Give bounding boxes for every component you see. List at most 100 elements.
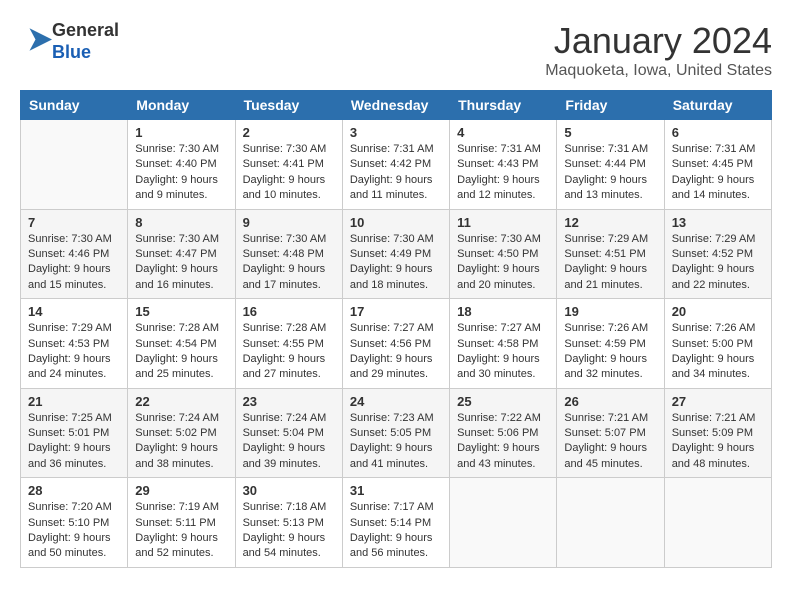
- calendar-cell: 20 Sunrise: 7:26 AM Sunset: 5:00 PM Dayli…: [664, 299, 771, 389]
- week-row-3: 14 Sunrise: 7:29 AM Sunset: 4:53 PM Dayli…: [21, 299, 772, 389]
- page-header: General Blue January 2024 Maquoketa, Iow…: [20, 20, 772, 80]
- day-number: 2: [243, 125, 335, 140]
- day-number: 19: [564, 304, 656, 319]
- day-number: 11: [457, 215, 549, 230]
- header-row: SundayMondayTuesdayWednesdayThursdayFrid…: [21, 91, 772, 120]
- column-header-friday: Friday: [557, 91, 664, 120]
- calendar-cell: 19 Sunrise: 7:26 AM Sunset: 4:59 PM Dayli…: [557, 299, 664, 389]
- calendar-cell: 17 Sunrise: 7:27 AM Sunset: 4:56 PM Dayli…: [342, 299, 449, 389]
- logo-line2: Blue: [52, 42, 91, 62]
- title-section: January 2024 Maquoketa, Iowa, United Sta…: [545, 20, 772, 80]
- day-number: 24: [350, 394, 442, 409]
- day-number: 25: [457, 394, 549, 409]
- day-number: 10: [350, 215, 442, 230]
- week-row-5: 28Sunrise: 7:20 AM Sunset: 5:10 PM Dayli…: [21, 478, 772, 568]
- calendar-cell: 3Sunrise: 7:31 AM Sunset: 4:42 PM Daylig…: [342, 120, 449, 210]
- page-title: January 2024: [545, 20, 772, 62]
- week-row-2: 7 Sunrise: 7:30 AM Sunset: 4:46 PM Daylig…: [21, 209, 772, 299]
- calendar-cell: 28Sunrise: 7:20 AM Sunset: 5:10 PM Dayli…: [21, 478, 128, 568]
- day-info: Sunrise: 7:20 AM Sunset: 5:10 PM Dayligh…: [28, 500, 120, 562]
- day-info: Sunrise: 7:26 AM Sunset: 5:00 PM Dayligh…: [672, 321, 764, 383]
- day-number: 6: [672, 125, 764, 140]
- calendar-cell: 7 Sunrise: 7:30 AM Sunset: 4:46 PM Daylig…: [21, 209, 128, 299]
- day-number: 29: [135, 483, 227, 498]
- calendar-cell: [450, 478, 557, 568]
- day-info: Sunrise: 7:27 AM Sunset: 4:58 PM Dayligh…: [457, 321, 549, 383]
- calendar-cell: 22 Sunrise: 7:24 AM Sunset: 5:02 PM Dayli…: [128, 388, 235, 478]
- calendar-cell: 15Sunrise: 7:28 AM Sunset: 4:54 PM Dayli…: [128, 299, 235, 389]
- day-number: 26: [564, 394, 656, 409]
- day-number: 7: [28, 215, 120, 230]
- calendar-cell: 8 Sunrise: 7:30 AM Sunset: 4:47 PM Daylig…: [128, 209, 235, 299]
- day-info: Sunrise: 7:25 AM Sunset: 5:01 PM Dayligh…: [28, 411, 120, 473]
- calendar-cell: 31Sunrise: 7:17 AM Sunset: 5:14 PM Dayli…: [342, 478, 449, 568]
- column-header-thursday: Thursday: [450, 91, 557, 120]
- logo-line1: General: [52, 20, 119, 40]
- day-info: Sunrise: 7:27 AM Sunset: 4:56 PM Dayligh…: [350, 321, 442, 383]
- calendar-cell: 16Sunrise: 7:28 AM Sunset: 4:55 PM Dayli…: [235, 299, 342, 389]
- day-info: Sunrise: 7:26 AM Sunset: 4:59 PM Dayligh…: [564, 321, 656, 383]
- calendar-cell: [557, 478, 664, 568]
- calendar-cell: 29 Sunrise: 7:19 AM Sunset: 5:11 PM Dayli…: [128, 478, 235, 568]
- calendar-cell: 11 Sunrise: 7:30 AM Sunset: 4:50 PM Dayli…: [450, 209, 557, 299]
- calendar-cell: 1 Sunrise: 7:30 AM Sunset: 4:40 PM Daylig…: [128, 120, 235, 210]
- day-number: 14: [28, 304, 120, 319]
- calendar-cell: 9 Sunrise: 7:30 AM Sunset: 4:48 PM Daylig…: [235, 209, 342, 299]
- day-info: Sunrise: 7:30 AM Sunset: 4:41 PM Dayligh…: [243, 142, 335, 204]
- column-header-wednesday: Wednesday: [342, 91, 449, 120]
- day-info: Sunrise: 7:30 AM Sunset: 4:46 PM Dayligh…: [28, 232, 120, 294]
- calendar-cell: 27 Sunrise: 7:21 AM Sunset: 5:09 PM Dayli…: [664, 388, 771, 478]
- day-info: Sunrise: 7:19 AM Sunset: 5:11 PM Dayligh…: [135, 500, 227, 562]
- calendar-body: 1 Sunrise: 7:30 AM Sunset: 4:40 PM Daylig…: [21, 120, 772, 568]
- calendar-cell: 10 Sunrise: 7:30 AM Sunset: 4:49 PM Dayli…: [342, 209, 449, 299]
- column-header-saturday: Saturday: [664, 91, 771, 120]
- day-info: Sunrise: 7:31 AM Sunset: 4:43 PM Dayligh…: [457, 142, 549, 204]
- calendar-cell: 25 Sunrise: 7:22 AM Sunset: 5:06 PM Dayli…: [450, 388, 557, 478]
- column-header-tuesday: Tuesday: [235, 91, 342, 120]
- day-info: Sunrise: 7:31 AM Sunset: 4:45 PM Dayligh…: [672, 142, 764, 204]
- day-number: 21: [28, 394, 120, 409]
- calendar-cell: 4Sunrise: 7:31 AM Sunset: 4:43 PM Daylig…: [450, 120, 557, 210]
- day-number: 8: [135, 215, 227, 230]
- day-info: Sunrise: 7:17 AM Sunset: 5:14 PM Dayligh…: [350, 500, 442, 562]
- logo: General Blue: [20, 20, 119, 63]
- day-info: Sunrise: 7:22 AM Sunset: 5:06 PM Dayligh…: [457, 411, 549, 473]
- calendar-cell: 18 Sunrise: 7:27 AM Sunset: 4:58 PM Dayli…: [450, 299, 557, 389]
- calendar-table: SundayMondayTuesdayWednesdayThursdayFrid…: [20, 90, 772, 568]
- day-info: Sunrise: 7:28 AM Sunset: 4:54 PM Dayligh…: [135, 321, 227, 383]
- calendar-cell: 30Sunrise: 7:18 AM Sunset: 5:13 PM Dayli…: [235, 478, 342, 568]
- day-info: Sunrise: 7:21 AM Sunset: 5:09 PM Dayligh…: [672, 411, 764, 473]
- day-info: Sunrise: 7:30 AM Sunset: 4:40 PM Dayligh…: [135, 142, 227, 204]
- calendar-cell: 5Sunrise: 7:31 AM Sunset: 4:44 PM Daylig…: [557, 120, 664, 210]
- day-info: Sunrise: 7:30 AM Sunset: 4:48 PM Dayligh…: [243, 232, 335, 294]
- calendar-cell: 13 Sunrise: 7:29 AM Sunset: 4:52 PM Dayli…: [664, 209, 771, 299]
- day-number: 12: [564, 215, 656, 230]
- day-info: Sunrise: 7:29 AM Sunset: 4:53 PM Dayligh…: [28, 321, 120, 383]
- day-number: 17: [350, 304, 442, 319]
- week-row-1: 1 Sunrise: 7:30 AM Sunset: 4:40 PM Daylig…: [21, 120, 772, 210]
- day-info: Sunrise: 7:23 AM Sunset: 5:05 PM Dayligh…: [350, 411, 442, 473]
- day-info: Sunrise: 7:18 AM Sunset: 5:13 PM Dayligh…: [243, 500, 335, 562]
- day-info: Sunrise: 7:24 AM Sunset: 5:02 PM Dayligh…: [135, 411, 227, 473]
- day-number: 1: [135, 125, 227, 140]
- day-info: Sunrise: 7:30 AM Sunset: 4:49 PM Dayligh…: [350, 232, 442, 294]
- day-number: 9: [243, 215, 335, 230]
- day-number: 18: [457, 304, 549, 319]
- calendar-cell: 26Sunrise: 7:21 AM Sunset: 5:07 PM Dayli…: [557, 388, 664, 478]
- calendar-cell: [21, 120, 128, 210]
- day-number: 3: [350, 125, 442, 140]
- day-info: Sunrise: 7:28 AM Sunset: 4:55 PM Dayligh…: [243, 321, 335, 383]
- calendar-cell: 24 Sunrise: 7:23 AM Sunset: 5:05 PM Dayli…: [342, 388, 449, 478]
- day-info: Sunrise: 7:31 AM Sunset: 4:44 PM Dayligh…: [564, 142, 656, 204]
- day-info: Sunrise: 7:30 AM Sunset: 4:50 PM Dayligh…: [457, 232, 549, 294]
- day-number: 20: [672, 304, 764, 319]
- page-subtitle: Maquoketa, Iowa, United States: [545, 62, 772, 80]
- logo-icon: [22, 27, 52, 52]
- day-info: Sunrise: 7:29 AM Sunset: 4:52 PM Dayligh…: [672, 232, 764, 294]
- day-info: Sunrise: 7:30 AM Sunset: 4:47 PM Dayligh…: [135, 232, 227, 294]
- column-header-monday: Monday: [128, 91, 235, 120]
- column-header-sunday: Sunday: [21, 91, 128, 120]
- day-number: 13: [672, 215, 764, 230]
- day-number: 22: [135, 394, 227, 409]
- day-number: 27: [672, 394, 764, 409]
